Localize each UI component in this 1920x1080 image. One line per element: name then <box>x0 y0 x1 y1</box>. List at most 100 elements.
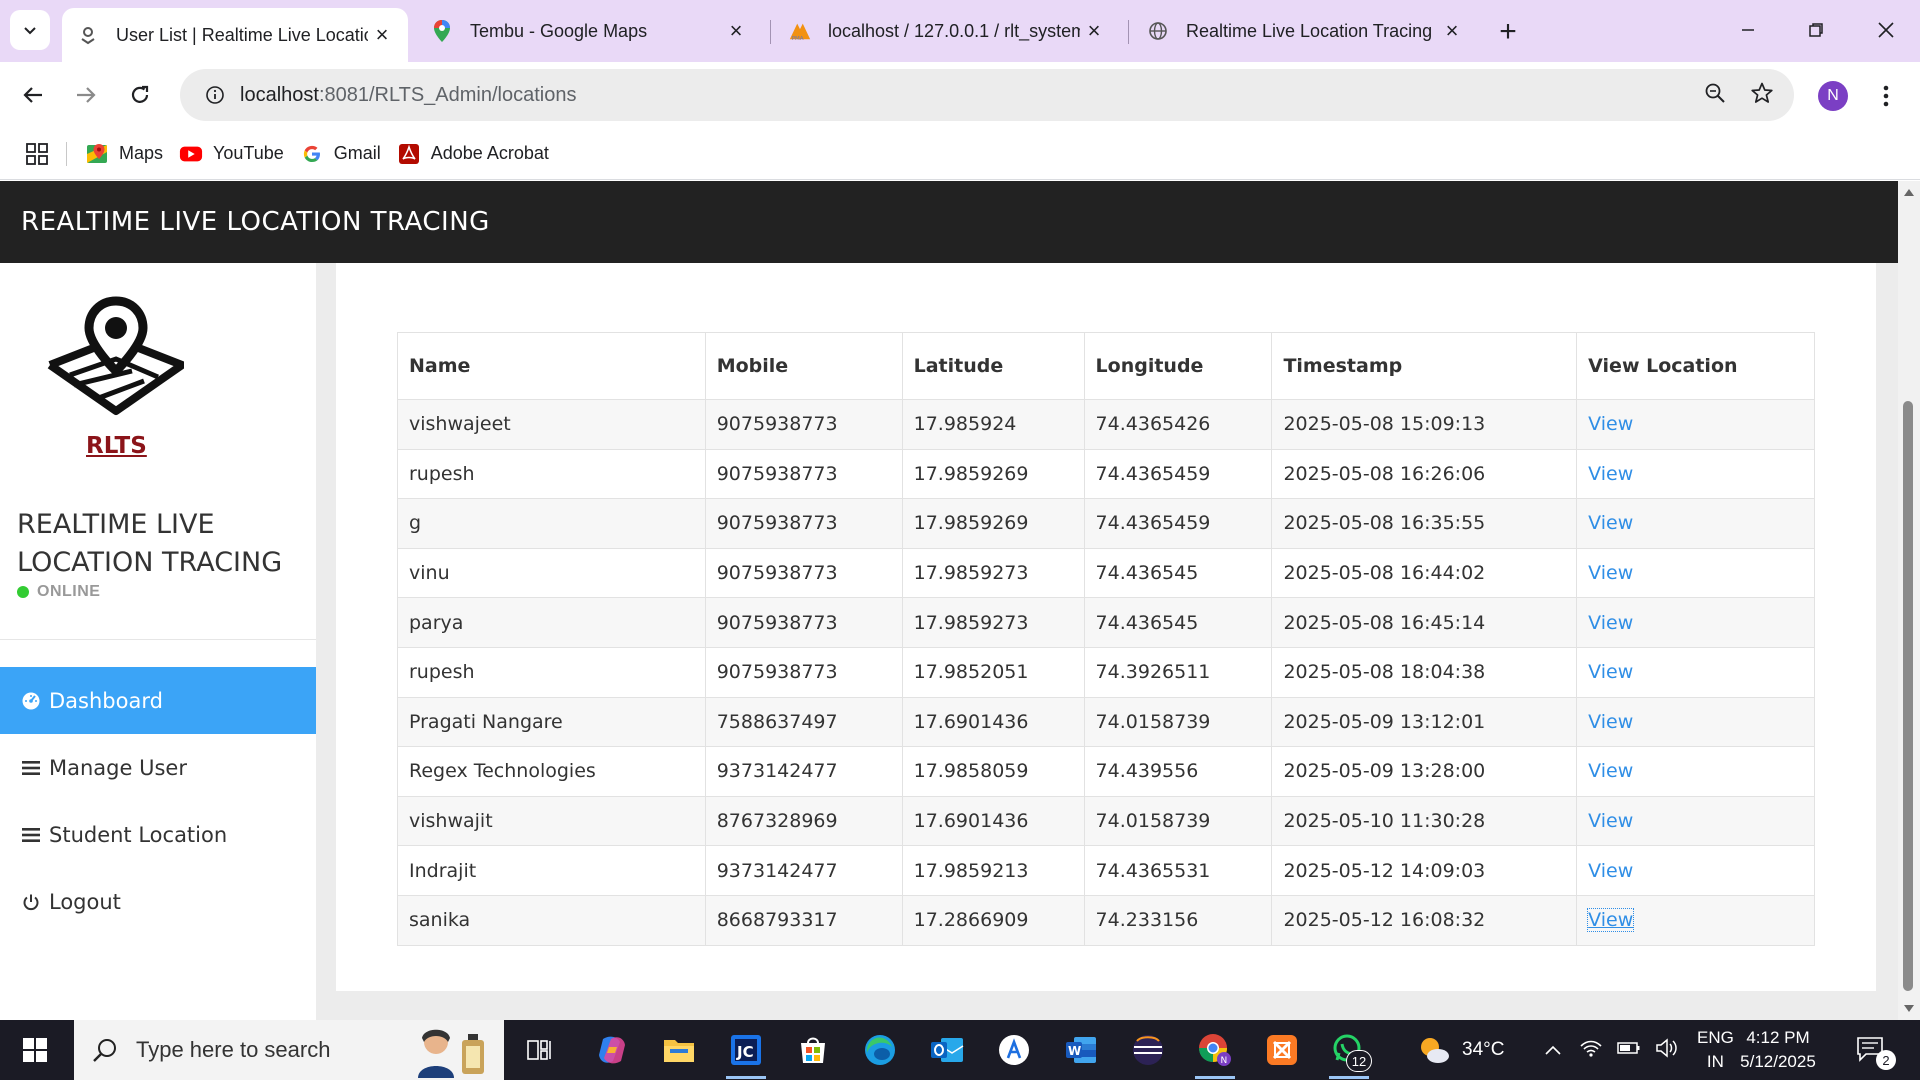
sidebar-item-logout[interactable]: Logout <box>0 868 316 935</box>
bookmark-youtube[interactable]: YouTube <box>171 136 292 172</box>
view-location-link[interactable]: View <box>1588 612 1633 634</box>
zoom-icon[interactable] <box>1704 82 1726 109</box>
scroll-up-arrow-icon[interactable] <box>1902 185 1916 199</box>
browser-menu-button[interactable] <box>1874 80 1898 112</box>
bookmark-gmail[interactable]: Gmail <box>292 136 389 172</box>
intellij-app-button[interactable]: JC <box>726 1030 766 1070</box>
notification-center-button[interactable]: 2 <box>1856 1020 1906 1080</box>
scrollbar-thumb[interactable] <box>1903 401 1913 991</box>
cell-longitude: 74.0158739 <box>1083 696 1273 748</box>
chrome-button[interactable]: N <box>1195 1030 1235 1070</box>
volume-icon[interactable] <box>1655 1037 1679 1063</box>
bookmark-label: YouTube <box>213 143 284 163</box>
bookmark-adobe-acrobat[interactable]: Adobe Acrobat <box>389 136 557 172</box>
cell-longitude: 74.436545 <box>1083 547 1273 599</box>
outlook-button[interactable] <box>927 1030 967 1070</box>
xampp-button[interactable] <box>1262 1030 1302 1070</box>
close-tab-icon[interactable]: × <box>724 18 748 43</box>
weather-sun-cloud-icon <box>1421 1038 1449 1063</box>
new-tab-button[interactable]: + <box>1490 14 1526 50</box>
location-pin-favicon-icon <box>76 23 100 47</box>
google-g-icon <box>300 142 324 166</box>
copilot-button[interactable] <box>592 1030 632 1070</box>
cell-mobile: 8767328969 <box>704 795 903 847</box>
start-button[interactable] <box>12 1032 58 1068</box>
sidebar-item-manage-user[interactable]: Manage User <box>0 734 316 801</box>
address-bar[interactable]: localhost:8081/RLTS_Admin/locations <box>180 69 1794 121</box>
table-row: g 9075938773 17.9859269 74.4365459 2025-… <box>397 498 1815 549</box>
header-brand[interactable]: REALTIME LIVE LOCATION TRACING <box>21 207 490 237</box>
weather-widget[interactable]: 34°C <box>1416 1020 1504 1080</box>
minimize-button[interactable] <box>1724 10 1772 50</box>
back-button[interactable] <box>13 75 53 115</box>
notification-count-badge: 2 <box>1876 1050 1896 1070</box>
microsoft-store-button[interactable] <box>793 1030 833 1070</box>
tab-user-list[interactable]: User List | Realtime Live Location × <box>62 8 408 62</box>
site-info-icon[interactable] <box>190 85 240 105</box>
cell-view: View <box>1576 894 1815 946</box>
table-row: vishwajit 8767328969 17.6901436 74.01587… <box>397 795 1815 847</box>
tab-realtime-tracing[interactable]: Realtime Live Location Tracing S × <box>1132 8 1478 54</box>
tab-phpmyadmin[interactable]: PMA localhost / 127.0.0.1 / rlt_system × <box>774 8 1120 54</box>
cell-timestamp: 2025-05-12 16:08:32 <box>1271 894 1578 946</box>
kebab-menu-icon <box>1883 85 1889 107</box>
eclipse-button[interactable] <box>1128 1030 1168 1070</box>
search-icon <box>93 1039 116 1062</box>
apps-button[interactable] <box>18 136 56 172</box>
globe-icon <box>1146 19 1170 43</box>
sidebar-item-student-location[interactable]: Student Location <box>0 801 316 868</box>
view-location-link[interactable]: View <box>1588 413 1633 435</box>
bookmarks-bar: Maps YouTube Gmail Adobe Acrobat <box>0 128 1920 180</box>
wifi-icon[interactable] <box>1579 1038 1603 1063</box>
bookmark-maps[interactable]: Maps <box>77 136 171 172</box>
column-header-latitude: Latitude <box>901 332 1085 400</box>
view-location-link[interactable]: View <box>1588 810 1633 832</box>
view-location-link[interactable]: View <box>1587 908 1635 933</box>
jetbrains-ide-icon: JC <box>731 1035 761 1065</box>
profile-avatar[interactable]: N <box>1818 81 1848 111</box>
task-view-button[interactable] <box>520 1030 560 1070</box>
show-hidden-icons-chevron-icon[interactable] <box>1545 1040 1561 1060</box>
cell-name: Indrajit <box>397 845 706 896</box>
forward-button[interactable] <box>66 75 106 115</box>
view-location-link[interactable]: View <box>1588 860 1633 882</box>
battery-icon[interactable] <box>1617 1040 1641 1061</box>
cell-mobile: 9075938773 <box>704 646 903 698</box>
clock-date: 5/12/2025 <box>1740 1052 1816 1071</box>
view-location-link[interactable]: View <box>1588 512 1633 534</box>
view-location-link[interactable]: View <box>1588 463 1633 485</box>
cell-timestamp: 2025-05-08 15:09:13 <box>1271 399 1578 450</box>
word-button[interactable]: W <box>1061 1030 1101 1070</box>
sidebar: RLTS REALTIME LIVE LOCATION TRACING ONLI… <box>0 263 316 1020</box>
taskbar-clock[interactable]: 4:12 PM 5/12/2025 <box>1722 1026 1834 1074</box>
close-tab-icon[interactable]: × <box>1440 18 1464 43</box>
restore-button[interactable] <box>1792 10 1840 50</box>
store-icon <box>801 1037 825 1063</box>
sidebar-item-dashboard[interactable]: Dashboard <box>0 667 316 734</box>
cell-name: rupesh <box>397 646 706 698</box>
cell-mobile: 7588637497 <box>704 696 903 748</box>
app-store-button[interactable] <box>994 1030 1034 1070</box>
view-location-link[interactable]: View <box>1588 711 1633 733</box>
view-location-link[interactable]: View <box>1588 760 1633 782</box>
tab-title: localhost / 127.0.0.1 / rlt_system <box>828 20 1080 41</box>
active-app-indicator <box>1195 1076 1235 1079</box>
page-scrollbar[interactable] <box>1898 181 1920 1020</box>
column-header-view-location: View Location <box>1576 332 1815 400</box>
close-window-button[interactable] <box>1862 10 1910 50</box>
tab-google-maps[interactable]: Tembu - Google Maps × <box>416 8 762 54</box>
close-tab-icon[interactable]: × <box>370 22 394 47</box>
edge-browser-button[interactable] <box>860 1030 900 1070</box>
cell-view: View <box>1576 795 1815 847</box>
view-location-link[interactable]: View <box>1588 562 1633 584</box>
close-tab-icon[interactable]: × <box>1082 18 1106 43</box>
cell-name: vinu <box>397 547 706 599</box>
bookmark-star-icon[interactable] <box>1750 81 1774 110</box>
file-explorer-button[interactable] <box>659 1030 699 1070</box>
view-location-link[interactable]: View <box>1588 661 1633 683</box>
reload-button[interactable] <box>120 75 160 115</box>
taskbar-search-box[interactable]: Type here to search <box>74 1020 504 1080</box>
scroll-down-arrow-icon[interactable] <box>1902 1002 1916 1016</box>
tab-search-button[interactable] <box>10 10 50 50</box>
web-page: REALTIME LIVE LOCATION TRACING RLTS REAL… <box>0 181 1920 1020</box>
